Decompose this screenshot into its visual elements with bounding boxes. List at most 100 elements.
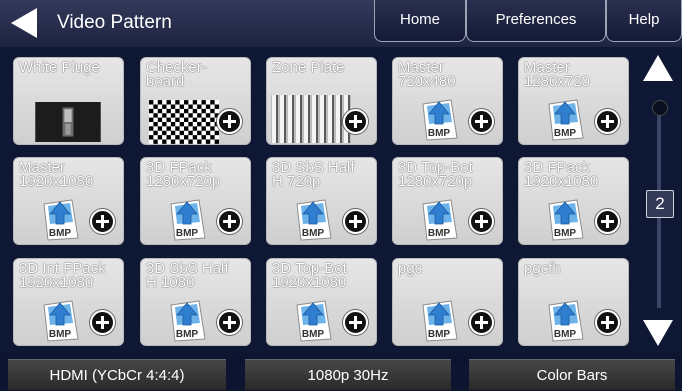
back-arrow-icon[interactable] (6, 5, 42, 41)
pattern-tile-label-line2: 1920x1080 (19, 173, 94, 190)
svg-text:BMP: BMP (554, 329, 577, 340)
scroll-down-arrow-icon[interactable] (642, 318, 674, 348)
svg-text:BMP: BMP (302, 228, 325, 239)
pattern-tile-label: 3D FPack 1280x720p (146, 160, 247, 190)
plus-circle-icon[interactable] (595, 109, 620, 134)
pattern-tile[interactable]: 3D FPack 1920x1080 BMP (518, 157, 629, 245)
pattern-tile-label: 3D FPack 1920x1080 (524, 160, 625, 190)
pattern-tile[interactable]: Master 1280x720 BMP (518, 57, 629, 145)
tab-home[interactable]: Home (374, 0, 466, 42)
pattern-tile-label: 3D Top-Bot 1920x1080 (272, 261, 373, 291)
plus-circle-icon[interactable] (217, 310, 242, 335)
pattern-tile-label: Master 1280x720 (524, 60, 625, 90)
pattern-tile-label-line2: 1920x1080 (272, 274, 347, 291)
pattern-tile[interactable]: pgc BMP (392, 258, 503, 346)
tab-preferences[interactable]: Preferences (466, 0, 606, 42)
status-bar: HDMI (YCbCr 4:4:4) 1080p 30Hz Color Bars (0, 352, 682, 391)
bmp-file-icon: BMP (548, 300, 584, 342)
pattern-tile-label: 3D SbS Half H 1080 (146, 261, 247, 291)
pattern-tile-label: Zone Plate (272, 59, 373, 76)
pattern-tile-label-line2: 720x480 (398, 73, 456, 90)
bmp-file-icon: BMP (422, 300, 458, 342)
plus-circle-icon[interactable] (90, 310, 115, 335)
svg-text:BMP: BMP (428, 228, 451, 239)
pattern-tile-label: 3D Top-Bot 1280x720p (398, 160, 499, 190)
bmp-file-icon: BMP (43, 199, 79, 241)
format-status[interactable]: 1080p 30Hz (245, 359, 451, 390)
zone-plate-thumbnail-icon (271, 95, 351, 143)
plus-circle-icon[interactable] (343, 310, 368, 335)
bmp-file-icon: BMP (170, 199, 206, 241)
bmp-file-icon: BMP (548, 99, 584, 141)
svg-text:BMP: BMP (49, 329, 72, 340)
svg-text:BMP: BMP (554, 228, 577, 239)
pattern-tile[interactable]: Master 720x480 BMP (392, 57, 503, 145)
scroll-up-arrow-icon[interactable] (642, 53, 674, 83)
pattern-tile-label: Master 1920x1080 (19, 160, 120, 190)
pattern-tile-label: pgc (398, 260, 499, 277)
pattern-tile[interactable]: Master 1920x1080 BMP (13, 157, 124, 245)
plus-circle-icon[interactable] (595, 310, 620, 335)
plus-circle-icon[interactable] (343, 109, 368, 134)
checkerboard-thumbnail-icon (149, 100, 219, 144)
interface-status[interactable]: HDMI (YCbCr 4:4:4) (8, 359, 226, 390)
bmp-file-icon: BMP (296, 300, 332, 342)
pattern-tile[interactable]: 3D SbS Half H 720p BMP (266, 157, 377, 245)
plus-circle-icon[interactable] (217, 109, 242, 134)
plus-circle-icon[interactable] (595, 209, 620, 234)
plus-circle-icon[interactable] (469, 310, 494, 335)
pattern-tile-label-line2: 1920x1080 (524, 173, 599, 190)
pattern-tile-label-line1: pgc (398, 260, 423, 277)
top-bar: Video Pattern Home Preferences Help (0, 0, 682, 47)
pattern-tile-label: Master 720x480 (398, 60, 499, 90)
bmp-file-icon: BMP (422, 199, 458, 241)
pattern-tile-label-line2: 1920x1080 (19, 274, 94, 291)
scroll-thumb[interactable] (652, 100, 668, 116)
pattern-tile-label-line2: H 720p (272, 173, 321, 190)
pattern-tile[interactable]: Checker-board (140, 57, 251, 145)
svg-text:BMP: BMP (302, 329, 325, 340)
pattern-tile-label-line2: 1280x720 (524, 73, 590, 90)
bmp-file-icon: BMP (43, 300, 79, 342)
svg-text:BMP: BMP (428, 329, 451, 340)
pattern-tile[interactable]: 3D Int FPack 1920x1080 BMP (13, 258, 124, 346)
pattern-tile[interactable]: Zone Plate (266, 57, 377, 145)
pattern-tile[interactable]: White Pluge (13, 57, 124, 145)
svg-text:BMP: BMP (554, 128, 577, 139)
bmp-file-icon: BMP (296, 199, 332, 241)
plus-circle-icon[interactable] (469, 109, 494, 134)
pattern-tile-label: Checker-board (146, 60, 247, 90)
bmp-file-icon: BMP (170, 300, 206, 342)
svg-text:BMP: BMP (428, 128, 451, 139)
pattern-tile[interactable]: 3D Top-Bot 1920x1080 BMP (266, 258, 377, 346)
pattern-tile-label-line1: pgcfh (524, 260, 561, 277)
page-number: 2 (646, 190, 674, 218)
pattern-tile[interactable]: 3D FPack 1280x720p BMP (140, 157, 251, 245)
bmp-file-icon: BMP (422, 99, 458, 141)
pluge-thumbnail-icon (35, 102, 101, 142)
svg-text:BMP: BMP (176, 329, 199, 340)
tab-help[interactable]: Help (606, 0, 682, 42)
pattern-tile-label-line1: Zone Plate (272, 59, 345, 76)
plus-circle-icon[interactable] (469, 209, 494, 234)
pattern-tile-label-line2: 1280x720p (146, 173, 221, 190)
pattern-tile[interactable]: 3D SbS Half H 1080 BMP (140, 258, 251, 346)
pattern-tile-label: 3D SbS Half H 720p (272, 160, 373, 190)
pattern-tile[interactable]: 3D Top-Bot 1280x720p BMP (392, 157, 503, 245)
pattern-tile-label: 3D Int FPack 1920x1080 (19, 261, 120, 291)
pattern-tile-label-line2: 1280x720p (398, 173, 473, 190)
pattern-status[interactable]: Color Bars (469, 359, 675, 390)
plus-circle-icon[interactable] (90, 209, 115, 234)
pattern-tile-label: pgcfh (524, 260, 625, 277)
pattern-tile-label-line1: White Pluge (19, 59, 100, 76)
svg-text:BMP: BMP (176, 228, 199, 239)
plus-circle-icon[interactable] (343, 209, 368, 234)
pattern-tile-label: White Pluge (19, 59, 120, 76)
page-title: Video Pattern (57, 12, 172, 33)
pattern-tile-label-line2: board (146, 73, 185, 90)
svg-text:BMP: BMP (49, 228, 72, 239)
pattern-tile-label-line2: H 1080 (146, 274, 195, 291)
plus-circle-icon[interactable] (217, 209, 242, 234)
bmp-file-icon: BMP (548, 199, 584, 241)
pattern-tile[interactable]: pgcfh BMP (518, 258, 629, 346)
